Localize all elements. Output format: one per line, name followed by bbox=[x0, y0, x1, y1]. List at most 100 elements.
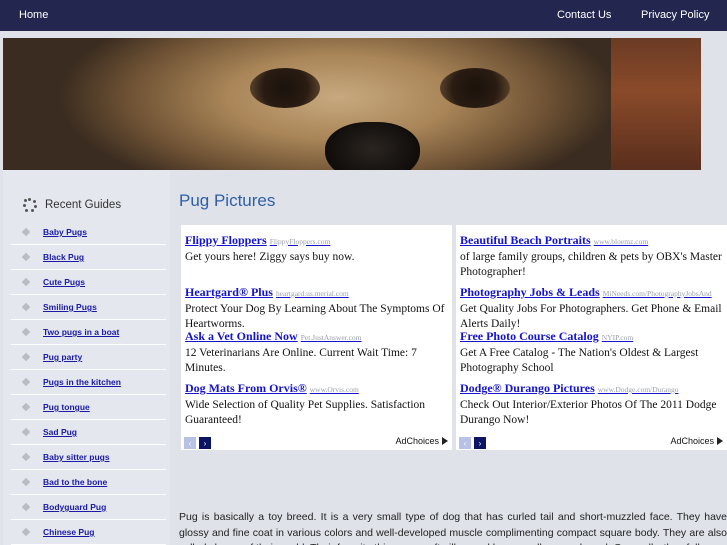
sidebar-guide-link[interactable]: Baby sitter pugs bbox=[43, 452, 110, 462]
adchoices-link[interactable]: AdChoices bbox=[670, 436, 723, 446]
recent-guides-list: Baby Pugs Black Pug Cute Pugs Smiling Pugs T… bbox=[11, 220, 166, 545]
sidebar: Recent Guides Baby Pugs Black Pug Cute Pug… bbox=[3, 170, 170, 545]
diamond-bullet-icon bbox=[21, 502, 31, 512]
ad-description: Check Out Interior/Exterior Photos Of Th… bbox=[460, 399, 717, 426]
sidebar-guide-link[interactable]: Pug party bbox=[43, 352, 82, 362]
sidebar-guide-link[interactable]: Sad Pug bbox=[43, 427, 77, 437]
sidebar-guide-link[interactable]: Two pugs in a boat bbox=[43, 327, 119, 337]
ad-description: 12 Veterinarians Are Online. Current Wai… bbox=[185, 347, 417, 374]
ad-next-arrow-icon[interactable]: › bbox=[199, 437, 211, 449]
diamond-bullet-icon bbox=[21, 527, 31, 537]
ad-prev-arrow-icon[interactable]: ‹ bbox=[184, 437, 196, 449]
page-title: Pug Pictures bbox=[179, 191, 276, 210]
ad-url-text[interactable]: www.bloemz.com bbox=[594, 237, 649, 246]
ad-title-link[interactable]: Free Photo Course Catalog NYIP.com bbox=[460, 329, 725, 344]
ad-title-text: Flippy Floppers bbox=[185, 233, 267, 247]
ad-url-text[interactable]: FlippyFloppers.com bbox=[270, 237, 331, 246]
ad-item: Flippy Floppers FlippyFloppers.com Get you… bbox=[185, 233, 450, 265]
adchoices-link[interactable]: AdChoices bbox=[395, 436, 448, 446]
pug-left-eye bbox=[250, 68, 320, 108]
ad-item: Photography Jobs & Leads MiNeeds.com/Phot… bbox=[460, 285, 725, 332]
sidebar-guide-link[interactable]: Bad to the bone bbox=[43, 477, 107, 487]
sidebar-guide-item[interactable]: Bodyguard Pug bbox=[11, 495, 166, 520]
article-text: Pug is basically a toy breed. It is a ve… bbox=[179, 511, 727, 545]
sidebar-guide-item[interactable]: Sad Pug bbox=[11, 420, 166, 445]
ad-title-text: Dog Mats From Orvis® bbox=[185, 381, 307, 395]
ad-title-link[interactable]: Photography Jobs & Leads MiNeeds.com/Phot… bbox=[460, 285, 725, 300]
sidebar-guide-item[interactable]: Pug tongue bbox=[11, 395, 166, 420]
ad-url-text[interactable]: heartgard.us.merial.com bbox=[276, 289, 349, 298]
nav-privacy-link[interactable]: Privacy Policy bbox=[641, 0, 709, 31]
sidebar-guide-item[interactable]: Two pugs in a boat bbox=[11, 320, 166, 345]
ad-description: Get A Free Catalog - The Nation's Oldest… bbox=[460, 347, 699, 374]
ad-prev-arrow-icon[interactable]: ‹ bbox=[459, 437, 471, 449]
ad-description: Get yours here! Ziggy says buy now. bbox=[185, 251, 355, 263]
ad-item: Free Photo Course Catalog NYIP.com Get A F… bbox=[460, 329, 725, 376]
ad-title-link[interactable]: Beautiful Beach Portraits www.bloemz.com bbox=[460, 233, 725, 248]
sidebar-guide-link[interactable]: Cute Pugs bbox=[43, 277, 85, 287]
sidebar-guide-link[interactable]: Baby Pugs bbox=[43, 227, 87, 237]
sidebar-guide-link[interactable]: Pug tongue bbox=[43, 402, 90, 412]
sidebar-guide-item[interactable]: Baby sitter pugs bbox=[11, 445, 166, 470]
sidebar-guide-item[interactable]: Smiling Pugs bbox=[11, 295, 166, 320]
ad-url-text[interactable]: www.Dodge.com/Durango bbox=[598, 385, 679, 394]
sidebar-guide-item[interactable]: Baby Pugs bbox=[11, 220, 166, 245]
ad-title-text: Ask a Vet Online Now bbox=[185, 329, 298, 343]
sidebar-guide-item[interactable]: Chinese Pug bbox=[11, 520, 166, 545]
pug-right-eye bbox=[440, 68, 510, 108]
sidebar-guide-link[interactable]: Bodyguard Pug bbox=[43, 502, 106, 512]
ad-title-text: Photography Jobs & Leads bbox=[460, 285, 600, 299]
adchoices-label: AdChoices bbox=[395, 436, 439, 446]
sidebar-guide-item[interactable]: Pugs in the kitchen bbox=[11, 370, 166, 395]
ad-url-text[interactable]: NYIP.com bbox=[602, 333, 633, 342]
ad-item: Beautiful Beach Portraits www.bloemz.com o… bbox=[460, 233, 725, 280]
ad-description: Wide Selection of Quality Pet Supplies. … bbox=[185, 399, 426, 426]
sidebar-guide-link[interactable]: Black Pug bbox=[43, 252, 84, 262]
ad-block-left: Flippy Floppers FlippyFloppers.com Get you… bbox=[181, 225, 452, 450]
ad-title-link[interactable]: Dodge® Durango Pictures www.Dodge.com/Dur… bbox=[460, 381, 725, 396]
sidebar-guide-item[interactable]: Black Pug bbox=[11, 245, 166, 270]
ad-footer-right: ‹ › AdChoices bbox=[456, 436, 727, 450]
recent-guides-title: Recent Guides bbox=[45, 199, 122, 211]
ad-item: Heartgard® Plus heartgard.us.merial.com Pr… bbox=[185, 285, 450, 332]
pug-nose bbox=[325, 122, 420, 170]
sidebar-guide-link[interactable]: Pugs in the kitchen bbox=[43, 377, 121, 387]
ad-title-link[interactable]: Heartgard® Plus heartgard.us.merial.com bbox=[185, 285, 450, 300]
ad-title-link[interactable]: Dog Mats From Orvis® www.Orvis.com bbox=[185, 381, 450, 396]
ad-title-text: Free Photo Course Catalog bbox=[460, 329, 599, 343]
nav-home-link[interactable]: Home bbox=[19, 0, 48, 31]
spinner-dots-icon bbox=[23, 198, 37, 212]
ad-block-right: Beautiful Beach Portraits www.bloemz.com o… bbox=[456, 225, 727, 450]
diamond-bullet-icon bbox=[21, 352, 31, 362]
sidebar-guide-item[interactable]: Cute Pugs bbox=[11, 270, 166, 295]
sidebar-guide-item[interactable]: Pug party bbox=[11, 345, 166, 370]
ad-item: Dog Mats From Orvis® www.Orvis.com Wide Se… bbox=[185, 381, 450, 428]
recent-guides-heading: Recent Guides bbox=[23, 198, 121, 212]
ad-title-text: Dodge® Durango Pictures bbox=[460, 381, 595, 395]
adchoices-triangle-icon bbox=[717, 437, 723, 445]
ad-title-link[interactable]: Flippy Floppers FlippyFloppers.com bbox=[185, 233, 450, 248]
ad-title-text: Beautiful Beach Portraits bbox=[460, 233, 591, 247]
ad-title-link[interactable]: Ask a Vet Online Now Pet.JustAnswer.com bbox=[185, 329, 450, 344]
adchoices-label: AdChoices bbox=[670, 436, 714, 446]
nav-contact-link[interactable]: Contact Us bbox=[557, 0, 611, 31]
diamond-bullet-icon bbox=[21, 452, 31, 462]
ad-url-text[interactable]: www.Orvis.com bbox=[310, 385, 359, 394]
sidebar-guide-link[interactable]: Chinese Pug bbox=[43, 527, 94, 537]
diamond-bullet-icon bbox=[21, 327, 31, 337]
sidebar-guide-item[interactable]: Bad to the bone bbox=[11, 470, 166, 495]
diamond-bullet-icon bbox=[21, 302, 31, 312]
ad-description: Get Quality Jobs For Photographers. Get … bbox=[460, 303, 722, 330]
banner-background-shading bbox=[611, 38, 701, 170]
diamond-bullet-icon bbox=[21, 252, 31, 262]
ad-item: Dodge® Durango Pictures www.Dodge.com/Dur… bbox=[460, 381, 725, 428]
ad-url-text[interactable]: Pet.JustAnswer.com bbox=[301, 333, 362, 342]
header-banner-image bbox=[3, 38, 701, 170]
diamond-bullet-icon bbox=[21, 277, 31, 287]
diamond-bullet-icon bbox=[21, 402, 31, 412]
ad-description: Protect Your Dog By Learning About The S… bbox=[185, 303, 445, 330]
diamond-bullet-icon bbox=[21, 227, 31, 237]
sidebar-guide-link[interactable]: Smiling Pugs bbox=[43, 302, 97, 312]
ad-url-text[interactable]: MiNeeds.com/PhotographyJobsAnd bbox=[603, 289, 712, 298]
ad-next-arrow-icon[interactable]: › bbox=[474, 437, 486, 449]
